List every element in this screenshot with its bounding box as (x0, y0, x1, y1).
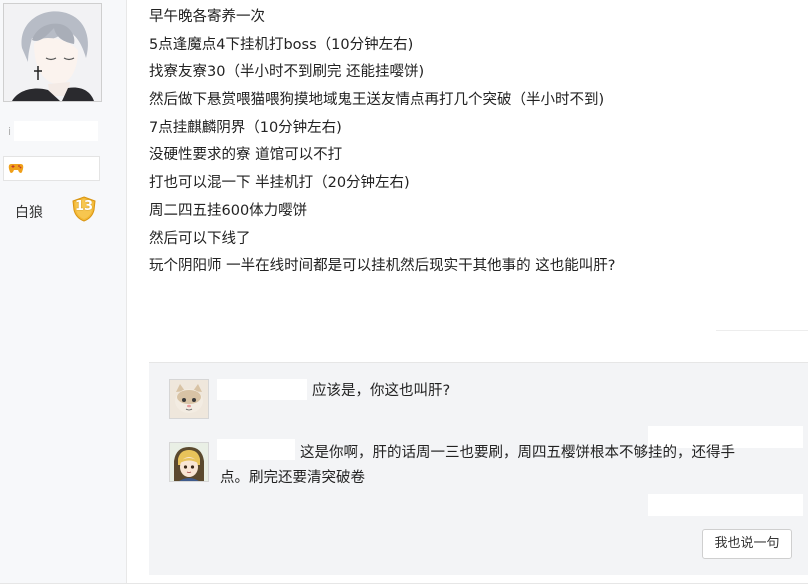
commenter-name-redacted[interactable] (217, 379, 307, 400)
gamepad-badge-icon (8, 164, 24, 173)
comment-text-line: 点。刷完还要清突破卷 (220, 470, 365, 486)
comment-meta-redacted (648, 494, 803, 516)
comment-text-line: 这是你啊，肝的话周一三也要刷，周四五樱饼根本不够挂的，还得手 (300, 445, 735, 461)
post-line: 早午晚各寄养一次 (149, 9, 265, 25)
anime-avatar-image (4, 4, 101, 101)
post-line: 打也可以混一下 半挂机打（20分钟左右) (149, 175, 410, 192)
user-level-row[interactable]: 白狼 13 (0, 196, 126, 224)
user-avatar[interactable] (3, 3, 102, 102)
commenter-avatar[interactable] (169, 442, 209, 482)
post-meta-redacted (716, 330, 808, 361)
post-floor: i 白狼 13 早午晚各寄养一次 5点逢魔点4下挂机打boss（10分钟左右) … (0, 0, 808, 586)
username-prefix: i (8, 125, 12, 138)
post-line: 找寮友寮30（半小时不到刷完 还能挂嘤饼) (149, 64, 425, 81)
post-line: 然后做下悬赏喂猫喂狗摸地域鬼王送友情点再打几个突破（半小时不到) (149, 92, 605, 109)
username-redacted[interactable] (14, 121, 98, 141)
member-badge-box[interactable] (3, 156, 100, 181)
anime-girl-avatar-image (170, 443, 208, 481)
post-line: 周二四五挂600体力嘤饼 (149, 202, 308, 219)
user-info-panel: i 白狼 13 (0, 0, 127, 586)
level-number: 13 (74, 199, 94, 214)
post-content: 早午晚各寄养一次 5点逢魔点4下挂机打boss（10分钟左右) 找寮友寮30（半… (149, 4, 799, 281)
post-line: 玩个阴阳师 一半在线时间都是可以挂机然后现实干其他事的 这也能叫肝? (149, 258, 616, 275)
post-line: 5点逢魔点4下挂机打boss（10分钟左右) (149, 36, 414, 53)
post-line: 没硬性要求的寮 道馆可以不打 (149, 147, 343, 164)
comment-text: 应该是，你这也叫肝? (312, 383, 451, 399)
cat-avatar-image (170, 380, 208, 418)
post-line: 7点挂麒麟阴界（10分钟左右) (149, 119, 342, 136)
commenter-name-redacted[interactable] (217, 439, 295, 460)
comments-section: 应该是，你这也叫肝? 这是你啊，肝的话周一三也要刷，周四五樱饼根本不够挂的，还得… (149, 362, 808, 575)
post-line: 然后可以下线了 (149, 230, 251, 247)
reply-button[interactable]: 我也说一句 (702, 529, 792, 559)
level-title: 白狼 (15, 205, 43, 221)
commenter-avatar[interactable] (169, 379, 209, 419)
